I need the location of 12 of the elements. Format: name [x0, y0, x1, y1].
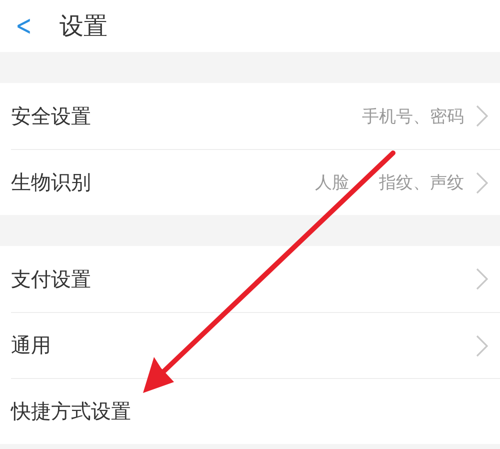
settings-row[interactable]: 支付设置: [11, 246, 500, 312]
page-title: 设置: [59, 11, 108, 42]
row-label: 快捷方式设置: [11, 398, 131, 425]
settings-row[interactable]: 生物识别 人脸 指纹、声纹: [11, 149, 500, 215]
settings-row[interactable]: 安全设置 手机号、密码: [11, 83, 500, 149]
row-label: 生物识别: [11, 169, 91, 196]
row-label: 安全设置: [11, 102, 91, 130]
row-label: 支付设置: [11, 266, 91, 292]
row-value: 手机号、密码: [362, 106, 464, 128]
row-value: 人脸: [315, 172, 349, 194]
row-value: 指纹、声纹: [379, 172, 464, 194]
row-label: 通用: [11, 332, 51, 359]
